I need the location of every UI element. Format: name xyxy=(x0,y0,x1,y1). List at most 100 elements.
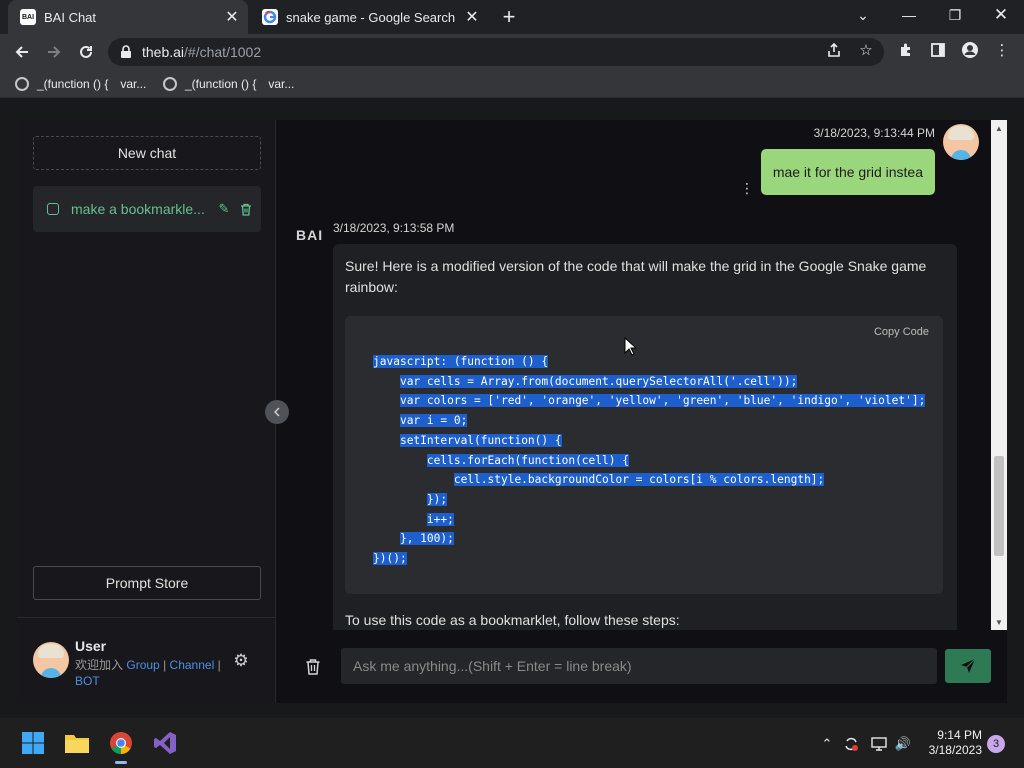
bookmarks-bar: _(function () { var... _(function () { v… xyxy=(0,70,1024,98)
user-message-timestamp: 3/18/2023, 9:13:44 PM xyxy=(813,126,935,140)
restore-icon[interactable]: ❐ xyxy=(932,0,978,30)
bot-message-timestamp: 3/18/2023, 9:13:58 PM xyxy=(333,221,455,235)
tab-title: BAI Chat xyxy=(44,9,97,25)
send-button[interactable] xyxy=(945,649,991,683)
globe-icon xyxy=(15,77,29,91)
windows-start-icon[interactable] xyxy=(18,728,48,758)
extensions-icon[interactable] xyxy=(896,40,916,60)
group-link[interactable]: Group xyxy=(126,658,159,672)
bookmark-label: _(function () { xyxy=(185,77,257,91)
chat-bubble-icon xyxy=(47,203,59,215)
selected-code-text: var cells = Array.from(document.querySel… xyxy=(399,374,798,388)
network-icon[interactable] xyxy=(870,735,888,753)
clear-chat-icon[interactable] xyxy=(303,656,323,676)
bookmark-extra: var... xyxy=(268,77,295,91)
share-icon[interactable] xyxy=(824,40,844,60)
chat-input[interactable] xyxy=(341,648,937,684)
taskbar-clock[interactable]: 9:14 PM 3/18/2023 xyxy=(926,728,982,758)
code-line: })(); xyxy=(373,549,925,569)
sync-icon[interactable] xyxy=(842,735,860,753)
chat-history-label: make a bookmarkle... xyxy=(71,201,205,217)
address-bar[interactable]: theb.ai/#/chat/1002 xyxy=(108,38,884,66)
bookmark-star-icon[interactable]: ☆ xyxy=(856,40,876,60)
bot-message-outro: To use this code as a bookmarklet, follo… xyxy=(345,612,680,628)
code-line: }); xyxy=(373,490,925,510)
globe-icon xyxy=(163,77,177,91)
selected-code-text: var colors = ['red', 'orange', 'yellow',… xyxy=(399,394,926,408)
avatar xyxy=(33,642,69,678)
code-line: var cells = Array.from(document.querySel… xyxy=(373,372,925,392)
sidebar: New chat make a bookmarkle... ✎ Prompt S… xyxy=(17,120,276,703)
side-panel-icon[interactable] xyxy=(928,40,948,60)
more-options-icon[interactable]: ⋮ xyxy=(740,180,754,196)
code-line: setInterval(function() { xyxy=(373,431,925,451)
selected-code-text: cell.style.backgroundColor = colors[i % … xyxy=(453,473,825,487)
message-list: 3/18/2023, 9:13:44 PM ⋮ mae it for the g… xyxy=(277,120,991,630)
chat-history-item[interactable]: make a bookmarkle... ✎ xyxy=(33,186,261,232)
tab-title: snake game - Google Search xyxy=(286,9,456,25)
bot-link[interactable]: BOT xyxy=(75,674,100,688)
chrome-icon[interactable] xyxy=(106,728,136,764)
window-close-icon[interactable]: ✕ xyxy=(978,0,1024,30)
selected-code-text: i++; xyxy=(426,512,454,526)
page-viewport: New chat make a bookmarkle... ✎ Prompt S… xyxy=(0,98,1024,718)
code-line: cells.forEach(function(cell) { xyxy=(373,451,925,471)
visual-studio-icon[interactable] xyxy=(150,728,180,758)
reload-icon[interactable] xyxy=(74,40,98,64)
link-separator: | xyxy=(217,658,221,672)
scrollbar-thumb[interactable] xyxy=(994,456,1004,556)
username: User xyxy=(75,638,107,654)
code-line: var colors = ['red', 'orange', 'yellow',… xyxy=(373,391,926,411)
selected-code-text: }, 100); xyxy=(399,532,454,546)
minimize-icon[interactable]: — xyxy=(886,0,932,30)
input-bar xyxy=(277,630,1007,703)
scroll-up-icon[interactable]: ▲ xyxy=(991,122,1007,134)
close-icon[interactable]: ✕ xyxy=(222,7,242,27)
notification-badge[interactable]: 3 xyxy=(987,735,1005,753)
back-icon[interactable] xyxy=(10,40,34,64)
chat-main: 3/18/2023, 9:13:44 PM ⋮ mae it for the g… xyxy=(277,120,1007,703)
browser-tabstrip: BAI BAI Chat ✕ snake game - Google Searc… xyxy=(0,0,1024,34)
tab-search-icon[interactable]: ⌄ xyxy=(840,0,886,30)
volume-icon[interactable]: 🔊 xyxy=(894,735,912,753)
copy-code-button[interactable]: Copy Code xyxy=(874,326,929,338)
gear-icon[interactable]: ⚙ xyxy=(231,651,251,671)
join-text: 欢迎加入 xyxy=(75,658,124,672)
new-tab-icon[interactable]: + xyxy=(498,4,520,29)
selected-code-text: }); xyxy=(426,492,448,506)
code-content[interactable]: javascript: (function () { var cells = A… xyxy=(373,352,926,569)
os-taskbar: ⌃ 🔊 9:14 PM 3/18/2023 3 xyxy=(0,718,1024,768)
code-line: var i = 0; xyxy=(373,411,925,431)
new-chat-button[interactable]: New chat xyxy=(33,136,261,170)
message-scrollbar[interactable]: ▲ ▼ xyxy=(991,120,1007,630)
tab-snake-game[interactable]: snake game - Google Search ✕ xyxy=(250,0,488,34)
clock-time: 9:14 PM xyxy=(937,728,982,742)
bookmark-item[interactable]: _(function () { var... xyxy=(163,75,294,93)
selected-code-text: var i = 0; xyxy=(399,414,468,428)
chevron-up-icon[interactable]: ⌃ xyxy=(818,735,836,753)
forward-icon[interactable] xyxy=(42,40,66,64)
bookmark-item[interactable]: _(function () { var... xyxy=(15,75,146,93)
tab-bai-chat[interactable]: BAI BAI Chat ✕ xyxy=(8,0,248,34)
browser-toolbar: theb.ai/#/chat/1002 ☆ ⋮ xyxy=(0,34,1024,70)
bookmark-extra: var... xyxy=(120,77,147,91)
bookmark-label: _(function () { xyxy=(37,77,109,91)
file-explorer-icon[interactable] xyxy=(62,728,92,758)
community-links: 欢迎加入 Group | Channel | BOT xyxy=(75,657,235,689)
delete-icon[interactable] xyxy=(235,203,257,216)
close-icon[interactable]: ✕ xyxy=(462,7,482,27)
browser-menu-icon[interactable]: ⋮ xyxy=(992,40,1012,60)
code-block: Copy Code javascript: (function () { var… xyxy=(345,316,943,594)
channel-link[interactable]: Channel xyxy=(170,658,215,672)
link-separator: | xyxy=(163,658,167,672)
lock-icon xyxy=(120,45,132,59)
url-path: /#/chat/1002 xyxy=(184,44,262,60)
chat-app: New chat make a bookmarkle... ✎ Prompt S… xyxy=(17,120,1007,703)
profile-icon[interactable] xyxy=(960,40,980,60)
google-icon xyxy=(262,9,278,25)
user-message-bubble: mae it for the grid instea xyxy=(760,149,935,195)
collapse-sidebar-button[interactable] xyxy=(265,400,289,424)
scroll-down-icon[interactable]: ▼ xyxy=(991,616,1007,628)
edit-icon[interactable]: ✎ xyxy=(213,201,235,217)
prompt-store-button[interactable]: Prompt Store xyxy=(33,566,261,600)
